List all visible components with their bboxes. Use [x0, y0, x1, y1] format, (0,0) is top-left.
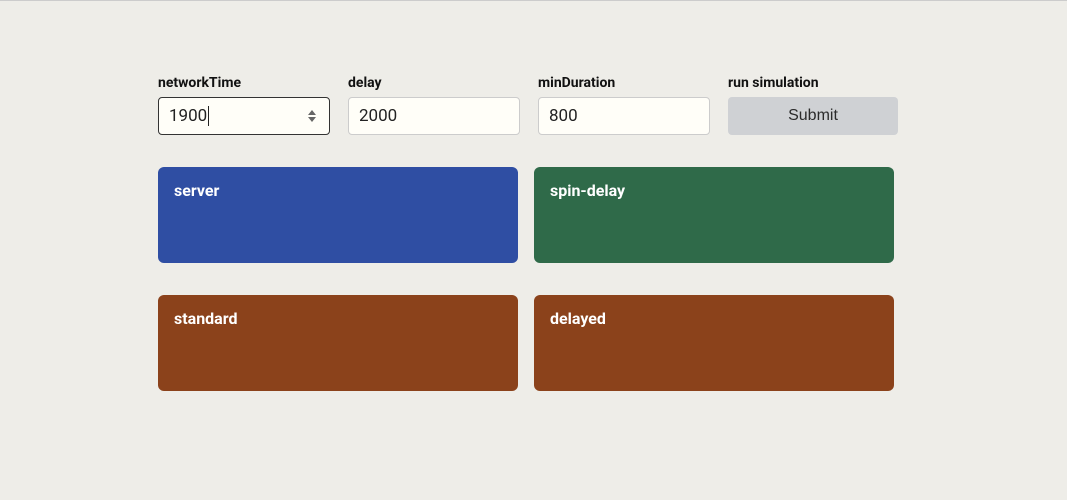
network-time-value: 1900 [169, 106, 305, 127]
submit-label: run simulation [728, 75, 898, 91]
network-time-stepper[interactable] [305, 105, 319, 127]
main-container: networkTime 1900 delay 2000 minDuration … [0, 1, 1067, 391]
card-server: server [158, 167, 518, 263]
submit-field: run simulation Submit [728, 75, 898, 135]
submit-button[interactable]: Submit [728, 97, 898, 135]
card-delayed-title: delayed [550, 309, 606, 328]
delay-label: delay [348, 75, 520, 91]
stepper-up-icon[interactable] [308, 110, 316, 115]
delay-value: 2000 [359, 106, 509, 126]
network-time-input[interactable]: 1900 [158, 97, 330, 135]
min-duration-label: minDuration [538, 75, 710, 91]
stepper-down-icon[interactable] [308, 117, 316, 122]
text-caret [208, 106, 209, 126]
card-server-title: server [174, 181, 219, 200]
delay-input[interactable]: 2000 [348, 97, 520, 135]
min-duration-input[interactable]: 800 [538, 97, 710, 135]
network-time-label: networkTime [158, 75, 330, 91]
network-time-field: networkTime 1900 [158, 75, 330, 135]
card-spin-delay: spin-delay [534, 167, 894, 263]
min-duration-value: 800 [549, 106, 699, 126]
card-delayed: delayed [534, 295, 894, 391]
cards-grid: server spin-delay standard delayed [158, 167, 894, 391]
card-standard-title: standard [174, 309, 237, 328]
min-duration-field: minDuration 800 [538, 75, 710, 135]
controls-row: networkTime 1900 delay 2000 minDuration … [158, 75, 909, 135]
delay-field: delay 2000 [348, 75, 520, 135]
card-standard: standard [158, 295, 518, 391]
card-spin-delay-title: spin-delay [550, 181, 625, 200]
